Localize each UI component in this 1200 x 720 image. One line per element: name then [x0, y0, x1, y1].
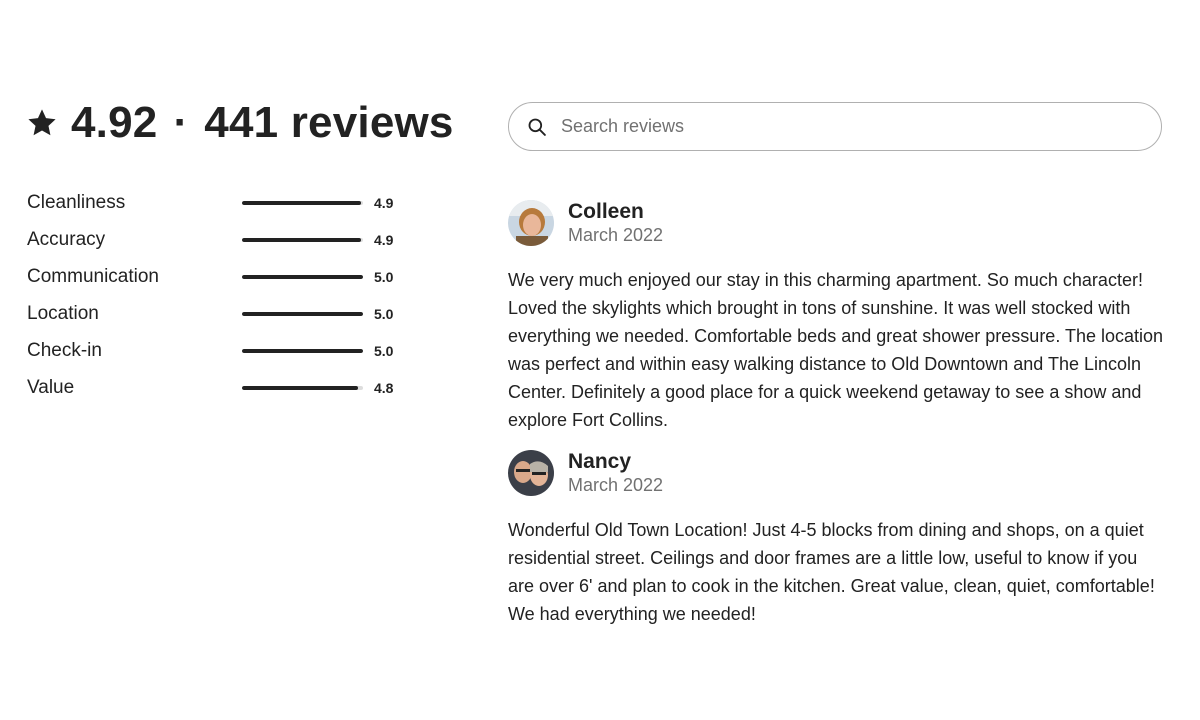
rating-row-check-in: Check-in 5.0: [27, 332, 407, 369]
reviewer-info: Nancy March 2022: [568, 450, 663, 496]
rating-bar: [242, 237, 363, 242]
review-item: Nancy March 2022 Wonderful Old Town Loca…: [508, 450, 1168, 628]
rating-bar-fill: [242, 385, 359, 390]
rating-row-location: Location 5.0: [27, 295, 407, 332]
rating-bar: [242, 348, 363, 353]
rating-value: 4.9: [374, 231, 394, 248]
review-header: Nancy March 2022: [508, 450, 1168, 496]
review-text: Wonderful Old Town Location! Just 4-5 bl…: [508, 520, 1155, 624]
review-date: March 2022: [568, 225, 664, 245]
rating-value: 4.8: [374, 379, 394, 396]
review-date: March 2022: [568, 475, 664, 495]
rating-value: 5.0: [374, 342, 394, 359]
star-icon: [28, 109, 56, 136]
rating-bar-fill: [242, 274, 363, 279]
rating-bar-fill: [242, 348, 363, 353]
rating-row-accuracy: Accuracy 4.9: [27, 221, 407, 258]
overall-rating: 4.92: [71, 98, 158, 147]
separator-dot: ·: [173, 98, 189, 147]
search-icon: [528, 118, 546, 136]
rating-row-value: Value 4.8: [27, 369, 407, 406]
rating-row-cleanliness: Cleanliness 4.9: [27, 184, 407, 221]
rating-bar: [242, 200, 363, 205]
rating-bar-fill: [242, 200, 361, 205]
review-item: Colleen March 2022 We very much enjoyed …: [508, 200, 1168, 434]
rating-label: Check-in: [27, 339, 102, 361]
rating-label: Cleanliness: [27, 191, 126, 213]
reviewer-name: Nancy: [568, 450, 632, 473]
rating-row-communication: Communication 5.0: [27, 258, 407, 295]
review-header: Colleen March 2022: [508, 200, 1168, 246]
avatar[interactable]: [508, 450, 554, 496]
rating-label: Communication: [27, 265, 159, 287]
rating-bar-fill: [242, 237, 361, 242]
rating-value: 5.0: [374, 305, 394, 322]
reviewer-info: Colleen March 2022: [568, 200, 663, 246]
rating-bar: [242, 274, 363, 279]
avatar[interactable]: [508, 200, 554, 246]
rating-label: Location: [27, 302, 99, 324]
rating-value: 5.0: [374, 268, 394, 285]
reviewer-name: Colleen: [568, 200, 644, 223]
reviews-summary-header: 4.92 · 441 reviews: [27, 98, 454, 148]
rating-bar-fill: [242, 311, 363, 316]
reviews-count: 441 reviews: [204, 98, 454, 147]
rating-label: Accuracy: [27, 228, 106, 250]
rating-bar: [242, 385, 363, 390]
rating-label: Value: [27, 376, 75, 398]
rating-bar: [242, 311, 363, 316]
category-ratings: Cleanliness 4.9 Accuracy 4.9 Communicati…: [27, 184, 407, 406]
rating-value: 4.9: [374, 194, 394, 211]
search-reviews-input[interactable]: [559, 115, 1123, 138]
search-reviews-box[interactable]: [508, 102, 1162, 151]
review-text: We very much enjoyed our stay in this ch…: [508, 270, 1164, 430]
